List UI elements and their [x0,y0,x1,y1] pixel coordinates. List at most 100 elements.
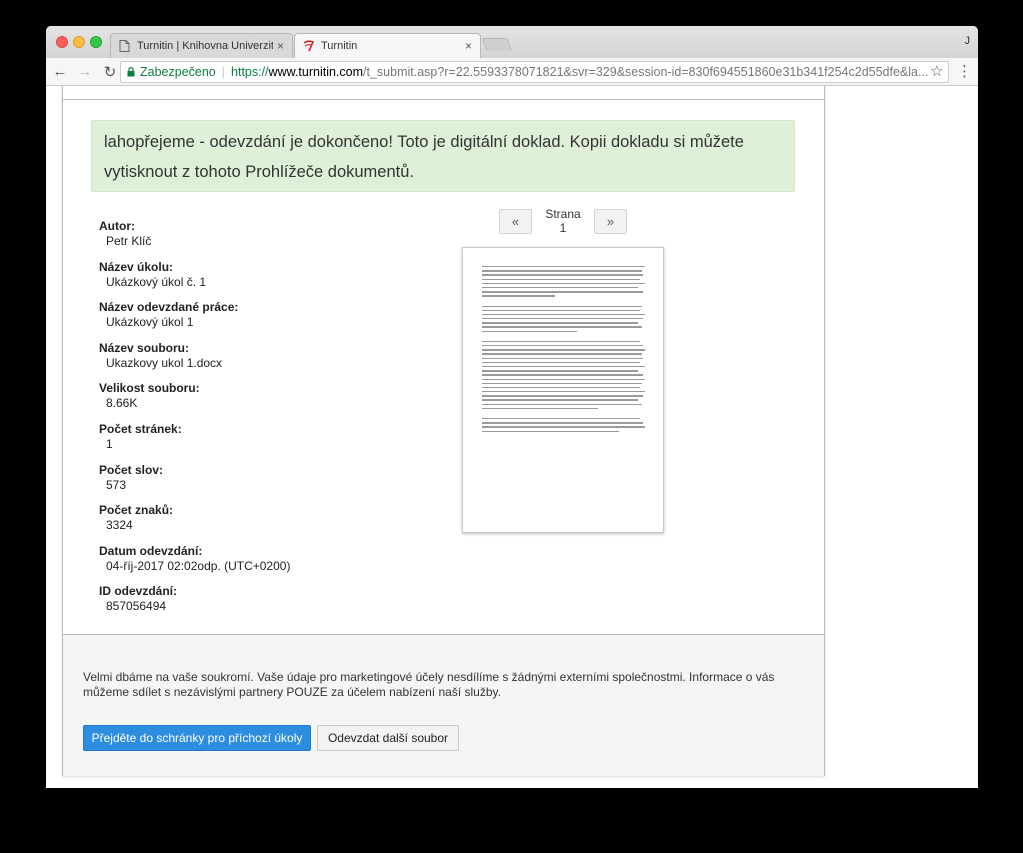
document-text-line [482,295,556,297]
tab-close-icon[interactable]: × [277,39,284,53]
document-icon [119,40,130,52]
document-text-line [482,291,644,293]
document-text-line [482,305,642,307]
meta-value: 3324 [106,518,133,533]
meta-label: Počet slov: [99,462,164,477]
window-close-button[interactable] [56,36,68,48]
document-text-line [482,391,645,393]
bookmark-star-icon[interactable]: ☆ [930,62,943,80]
meta-word-count: Počet slov: 573 [99,463,399,504]
meta-value: 857056494 [106,599,167,614]
address-bar[interactable]: Zabezpečeno | https:// www.turnitin.com … [120,61,949,83]
document-text-line [482,353,642,355]
meta-label: Velikost souboru: [99,381,200,396]
document-text-line [482,266,645,268]
submit-another-file-button[interactable]: Odevzdat další soubor [317,725,459,751]
document-text-line [482,286,639,289]
profile-initial[interactable]: J [965,35,971,47]
document-text-line [482,270,642,272]
document-text-line [482,326,642,328]
turnitin-logo-icon [303,40,314,52]
meta-value: Ukázkový úkol č. 1 [106,274,207,289]
secure-label: Zabezpečeno [140,65,216,79]
document-text-line [482,313,645,316]
meta-label: Název odevzdané práce: [99,300,239,315]
document-text-line [482,340,641,343]
meta-page-count: Počet stránek: 1 [99,422,399,463]
document-text-line [482,318,644,320]
privacy-notice: Velmi dbáme na vaše soukromí. Vaše údaje… [83,670,775,699]
receipt-footer: Velmi dbáme na vaše soukromí. Vaše údaje… [63,634,824,776]
meta-label: Datum odevzdání: [99,543,203,558]
go-to-inbox-button[interactable]: Přejděte do schránky pro příchozí úkoly [83,725,311,751]
tab-knihovna[interactable]: Turnitin | Knihovna Univerzity K × [110,33,293,58]
previous-page-button[interactable]: « [499,208,532,234]
new-tab-button[interactable] [481,38,513,51]
page-viewport: lahopřejeme - odevzdání je dokončeno! To… [46,86,978,788]
document-text-line [482,407,598,410]
meta-submission-id: ID odevzdání: 857056494 [99,584,399,625]
tab-close-icon[interactable]: × [465,39,472,53]
document-text-line [482,278,641,280]
document-pager: « Strana 1 » [499,207,627,235]
meta-label: ID odevzdání: [99,584,178,599]
document-text-line [482,322,639,324]
document-text-line [482,395,644,397]
reload-icon[interactable]: ↻ [99,63,121,81]
document-text-line [482,370,639,372]
back-icon[interactable]: ← [49,63,71,80]
document-text-line [482,378,645,380]
document-text-line [482,399,639,401]
url-path: /t_submit.asp?r=22.5593378071821&svr=329… [363,65,929,79]
meta-assignment-title: Název úkolu: Ukázkový úkol č. 1 [99,260,399,301]
url-host: www.turnitin.com [268,65,364,79]
browser-menu-icon[interactable]: ⋮ [957,62,972,80]
browser-toolbar: ← → ↻ Zabezpečeno | https:// www.turniti… [46,58,978,86]
meta-value: Ukázkový úkol 1 [106,315,194,330]
meta-value: Petr Klíč [106,234,152,248]
url-scheme: https:// [231,65,269,79]
meta-value: 04-říj-2017 02:02odp. (UTC+0200) [106,558,291,573]
meta-value: 573 [106,477,127,492]
meta-label: Název souboru: [99,340,190,355]
meta-author: Autor: Petr Klíč [99,219,399,260]
window-maximize-button[interactable] [90,36,102,48]
meta-file-name: Název souboru: Ukazkovy ukol 1.docx [99,341,399,382]
document-text-line [482,403,642,406]
meta-submission-title: Název odevzdané práce: Ukázkový úkol 1 [99,300,399,341]
meta-label: Počet znaků: [99,503,174,518]
meta-value: 1 [106,436,113,451]
document-text-line [482,309,641,312]
next-page-button[interactable]: » [594,208,627,234]
panel-divider [63,99,824,100]
document-text-line [482,345,644,347]
meta-value: Ukazkovy ukol 1.docx [106,355,223,370]
meta-label: Název úkolu: [99,259,174,274]
document-text-line [482,386,641,389]
document-text-line [482,422,644,424]
tab-turnitin[interactable]: Turnitin × [294,33,481,58]
forward-icon[interactable]: → [74,63,96,80]
address-separator: | [221,65,226,79]
meta-value: 8.66K [106,396,138,411]
document-text-line [482,374,644,376]
page-indicator: Strana 1 [545,207,581,235]
meta-character-count: Počet znaků: 3324 [99,503,399,544]
tab-title: Turnitin [321,40,358,52]
document-text-line [482,357,644,359]
title-bar: Turnitin | Knihovna Univerzity K × Turni… [46,26,978,58]
meta-label: Autor: [99,219,135,233]
document-text-line [482,282,645,285]
meta-submission-date: Datum odevzdání: 04-říj-2017 02:02odp. (… [99,544,399,585]
document-text-line [482,365,645,368]
submission-metadata: Autor: Petr Klíč Název úkolu: Ukázkový ú… [99,219,399,625]
document-text-line [482,426,645,428]
meta-label: Počet stránek: [99,421,182,436]
document-preview-thumbnail[interactable] [462,247,664,533]
submission-receipt-panel: lahopřejeme - odevzdání je dokončeno! To… [62,86,825,776]
document-text-line [482,349,645,351]
window-minimize-button[interactable] [73,36,85,48]
document-text-line [482,274,644,276]
meta-file-size: Velikost souboru: 8.66K [99,381,399,422]
